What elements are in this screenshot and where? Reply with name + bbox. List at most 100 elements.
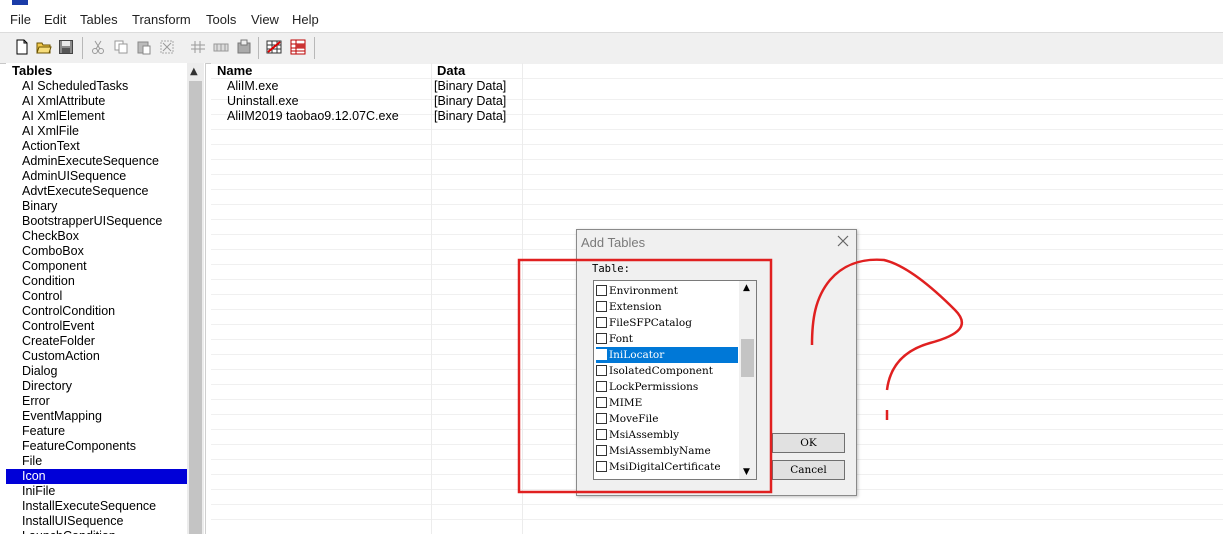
table-checkbox-item[interactable]: Font: [596, 331, 738, 347]
table-list-item[interactable]: IniFile: [6, 484, 187, 499]
table-list-item[interactable]: Icon: [6, 469, 187, 484]
cell-data[interactable]: [Binary Data]: [434, 109, 506, 124]
menu-edit[interactable]: Edit: [44, 12, 66, 27]
table-list-item[interactable]: CheckBox: [6, 229, 187, 244]
table-list-item[interactable]: InstallExecuteSequence: [6, 499, 187, 514]
table-checkbox-item[interactable]: LockPermissions: [596, 379, 738, 395]
table-checkbox-item[interactable]: FileSFPCatalog: [596, 315, 738, 331]
cancel-button[interactable]: Cancel: [772, 460, 845, 480]
table-checkbox-item[interactable]: MoveFile: [596, 411, 738, 427]
checkbox[interactable]: [596, 412, 607, 424]
checkbox[interactable]: [596, 332, 607, 344]
table-list-item[interactable]: AI ScheduledTasks: [6, 79, 187, 94]
menu-tables[interactable]: Tables: [80, 12, 118, 27]
checklist-scrollbar[interactable]: ▲ ▼: [739, 281, 756, 479]
cell-name[interactable]: AliIM2019 taobao9.12.07C.exe: [227, 109, 399, 124]
checkbox[interactable]: [596, 348, 607, 360]
add-tables-dialog: Add Tables Table: Environment Extension Fi…: [576, 229, 857, 496]
tables-pane: Tables AI ScheduledTasks AI XmlAttribute A…: [6, 63, 206, 534]
table-list-item[interactable]: ControlEvent: [6, 319, 187, 334]
add-row-icon[interactable]: [190, 39, 206, 55]
scrollbar-thumb[interactable]: [741, 339, 754, 377]
paste-icon[interactable]: [136, 39, 152, 55]
checkbox[interactable]: [596, 460, 607, 472]
table-checkbox-item[interactable]: MsiDigitalCertificate: [596, 459, 738, 475]
table-list-item[interactable]: FeatureComponents: [6, 439, 187, 454]
table-list-item[interactable]: ActionText: [6, 139, 187, 154]
table-checkbox-item[interactable]: MIME: [596, 395, 738, 411]
delete-icon[interactable]: [159, 39, 175, 55]
checkbox-label: Environment: [609, 285, 678, 297]
menu-transform[interactable]: Transform: [132, 12, 191, 27]
menu-help[interactable]: Help: [292, 12, 319, 27]
cell-name[interactable]: AliIM.exe: [227, 79, 278, 94]
copy-icon[interactable]: [113, 39, 129, 55]
table-list-item[interactable]: AI XmlFile: [6, 124, 187, 139]
menu-tools[interactable]: Tools: [206, 12, 236, 27]
table-list-item[interactable]: AdminUISequence: [6, 169, 187, 184]
toolbar: [0, 32, 1223, 64]
table-list-item[interactable]: InstallUISequence: [6, 514, 187, 529]
table-list-item[interactable]: CustomAction: [6, 349, 187, 364]
menu-file[interactable]: File: [10, 12, 31, 27]
table-list-item[interactable]: Directory: [6, 379, 187, 394]
table-checkbox-item[interactable]: MsiAssembly: [596, 427, 738, 443]
table-list-item[interactable]: Component: [6, 259, 187, 274]
validate-icon[interactable]: [266, 39, 282, 55]
cut-icon[interactable]: [90, 39, 106, 55]
cell-data[interactable]: [Binary Data]: [434, 94, 506, 109]
checkbox[interactable]: [596, 300, 607, 312]
scroll-down-icon[interactable]: ▼: [743, 467, 750, 477]
table-checkbox-item[interactable]: Extension: [596, 299, 738, 315]
checkbox-label: MoveFile: [609, 413, 659, 425]
column-header-name[interactable]: Name: [217, 63, 252, 79]
checkbox[interactable]: [596, 316, 607, 328]
cell-data[interactable]: [Binary Data]: [434, 79, 506, 94]
table-list-item[interactable]: Condition: [6, 274, 187, 289]
column-header-data[interactable]: Data: [437, 63, 465, 79]
table-checkbox-item[interactable]: Environment: [596, 283, 738, 299]
table-list-item[interactable]: Error: [6, 394, 187, 409]
cell-name[interactable]: Uninstall.exe: [227, 94, 299, 109]
table-list-item[interactable]: AdvtExecuteSequence: [6, 184, 187, 199]
checkbox[interactable]: [596, 428, 607, 440]
scroll-up-icon[interactable]: ▲: [743, 283, 750, 293]
checkbox[interactable]: [596, 396, 607, 408]
save-icon[interactable]: [58, 39, 74, 55]
checkbox[interactable]: [596, 444, 607, 456]
export-icon[interactable]: [236, 39, 252, 55]
tables-scrollbar[interactable]: ▲: [187, 63, 204, 534]
menu-view[interactable]: View: [251, 12, 279, 27]
table-list-item[interactable]: ComboBox: [6, 244, 187, 259]
close-icon[interactable]: [836, 234, 850, 248]
table-checkbox-item[interactable]: IniLocator: [596, 347, 738, 363]
table-list-item[interactable]: BootstrapperUISequence: [6, 214, 187, 229]
new-icon[interactable]: [14, 39, 30, 55]
table-checkbox-item[interactable]: IsolatedComponent: [596, 363, 738, 379]
scroll-up-icon[interactable]: ▲: [190, 66, 198, 77]
checkbox-label: LockPermissions: [609, 381, 699, 393]
open-icon[interactable]: [36, 39, 52, 55]
table-list-item[interactable]: EventMapping: [6, 409, 187, 424]
scrollbar-thumb[interactable]: [189, 81, 202, 534]
table-list-item[interactable]: Control: [6, 289, 187, 304]
table-list-item[interactable]: AI XmlAttribute: [6, 94, 187, 109]
table-list-item[interactable]: AI XmlElement: [6, 109, 187, 124]
checkbox[interactable]: [596, 380, 607, 392]
table-list-item[interactable]: LaunchCondition: [6, 529, 187, 534]
app-logo-icon: [12, 0, 28, 5]
checkbox[interactable]: [596, 284, 607, 296]
ok-button[interactable]: OK: [772, 433, 845, 453]
checkbox[interactable]: [596, 364, 607, 376]
tables-header: Tables: [12, 63, 53, 78]
table-view-icon[interactable]: [290, 39, 306, 55]
table-list-item[interactable]: AdminExecuteSequence: [6, 154, 187, 169]
table-list-item[interactable]: Feature: [6, 424, 187, 439]
table-list-item[interactable]: Dialog: [6, 364, 187, 379]
table-list-item[interactable]: CreateFolder: [6, 334, 187, 349]
table-list-item[interactable]: File: [6, 454, 187, 469]
table-list-item[interactable]: ControlCondition: [6, 304, 187, 319]
table-list-item[interactable]: Binary: [6, 199, 187, 214]
drop-table-icon[interactable]: [213, 39, 229, 55]
table-checkbox-item[interactable]: MsiAssemblyName: [596, 443, 738, 459]
